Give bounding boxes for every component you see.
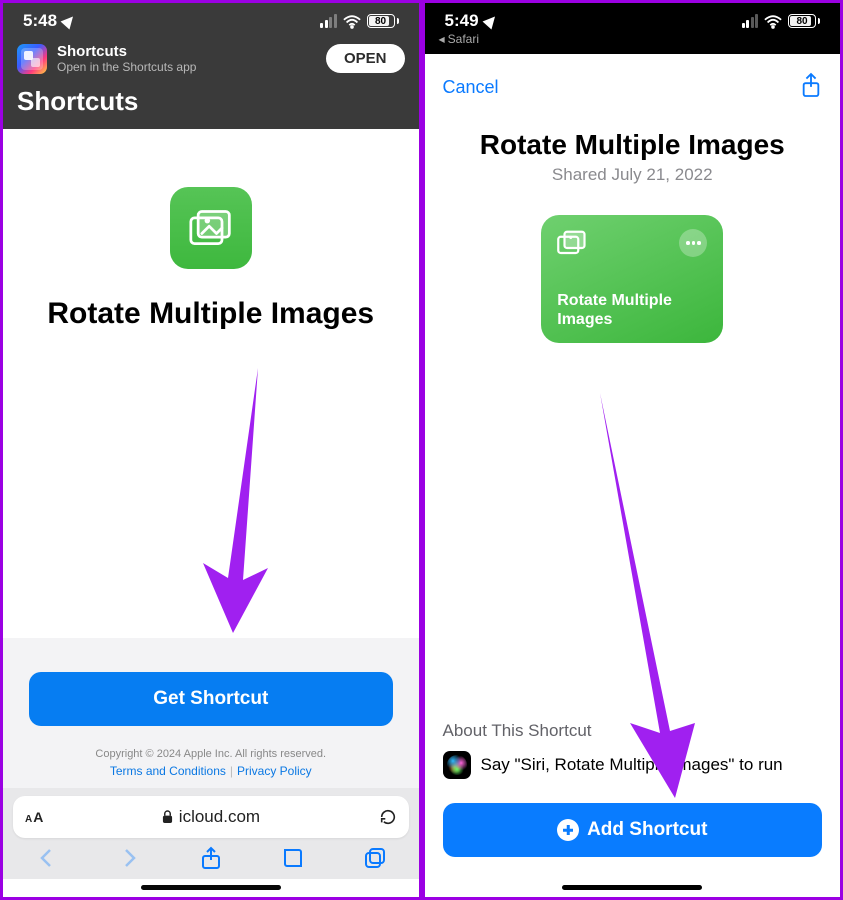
share-button[interactable]: [199, 846, 223, 875]
shortcut-thumbnail-icon: [170, 187, 252, 269]
banner-subtitle: Open in the Shortcuts app: [57, 60, 316, 74]
safari-toolbar: AA icloud.com: [3, 788, 419, 879]
bottom-section: Get Shortcut Copyright © 2024 Apple Inc.…: [3, 638, 419, 788]
battery-icon: 80: [788, 14, 820, 28]
status-time: 5:48: [23, 11, 57, 31]
address-bar[interactable]: AA icloud.com: [13, 796, 409, 838]
battery-icon: 80: [367, 14, 399, 28]
shortcut-sheet: Cancel Rotate Multiple Images Shared Jul…: [425, 58, 841, 897]
home-indicator: [141, 885, 281, 890]
wifi-icon: [764, 14, 782, 28]
location-icon: [482, 13, 499, 30]
siri-icon: [443, 751, 471, 779]
shortcut-title: Rotate Multiple Images: [37, 297, 384, 331]
open-button[interactable]: OPEN: [326, 44, 405, 73]
lock-icon: [162, 810, 173, 824]
cancel-button[interactable]: Cancel: [443, 77, 499, 98]
text-size-icon[interactable]: AA: [25, 809, 43, 825]
card-title: Rotate Multiple Images: [557, 291, 707, 329]
status-bar: 5:49 80: [425, 3, 841, 31]
more-icon[interactable]: [679, 229, 707, 257]
main-content: Rotate Multiple Images: [3, 129, 419, 638]
sheet-title: Rotate Multiple Images: [425, 109, 841, 165]
home-indicator: [562, 885, 702, 890]
photos-icon: [557, 230, 587, 256]
add-shortcut-button[interactable]: Add Shortcut: [443, 803, 823, 857]
get-shortcut-button[interactable]: Get Shortcut: [29, 672, 393, 726]
copyright-text: Copyright © 2024 Apple Inc. All rights r…: [29, 748, 393, 760]
status-bar: 5:48 80: [3, 3, 419, 33]
reload-icon[interactable]: [379, 808, 397, 826]
page-header: Shortcuts: [3, 86, 419, 129]
shortcut-card[interactable]: Rotate Multiple Images: [541, 215, 723, 343]
plus-icon: [557, 819, 579, 841]
tabs-button[interactable]: [363, 846, 387, 875]
terms-link[interactable]: Terms and Conditions: [110, 764, 226, 778]
location-icon: [61, 13, 78, 30]
share-button[interactable]: [800, 72, 822, 103]
legal-links: Terms and Conditions|Privacy Policy: [29, 764, 393, 778]
bookmarks-button[interactable]: [281, 846, 305, 875]
shortcuts-app-icon: [17, 44, 47, 74]
cellular-icon: [320, 14, 337, 28]
shared-date: Shared July 21, 2022: [425, 165, 841, 185]
screenshot-left: 5:48 80 Shortcuts Open in the Shortcuts …: [0, 0, 422, 900]
privacy-link[interactable]: Privacy Policy: [237, 764, 312, 778]
url-text: icloud.com: [179, 807, 260, 827]
app-banner: Shortcuts Open in the Shortcuts app OPEN: [3, 33, 419, 86]
about-label: About This Shortcut: [443, 721, 823, 741]
wifi-icon: [343, 14, 361, 28]
siri-text: Say "Siri, Rotate Multiple Images" to ru…: [481, 755, 783, 775]
status-time: 5:49: [445, 11, 479, 31]
back-button[interactable]: [35, 846, 59, 875]
forward-button[interactable]: [117, 846, 141, 875]
cellular-icon: [742, 14, 759, 28]
banner-title: Shortcuts: [57, 43, 316, 60]
siri-suggestion: Say "Siri, Rotate Multiple Images" to ru…: [443, 751, 823, 779]
back-to-safari[interactable]: Safari: [425, 31, 841, 54]
screenshot-right: 5:49 80 Safari Cancel Rotate Multiple Im…: [422, 0, 843, 900]
